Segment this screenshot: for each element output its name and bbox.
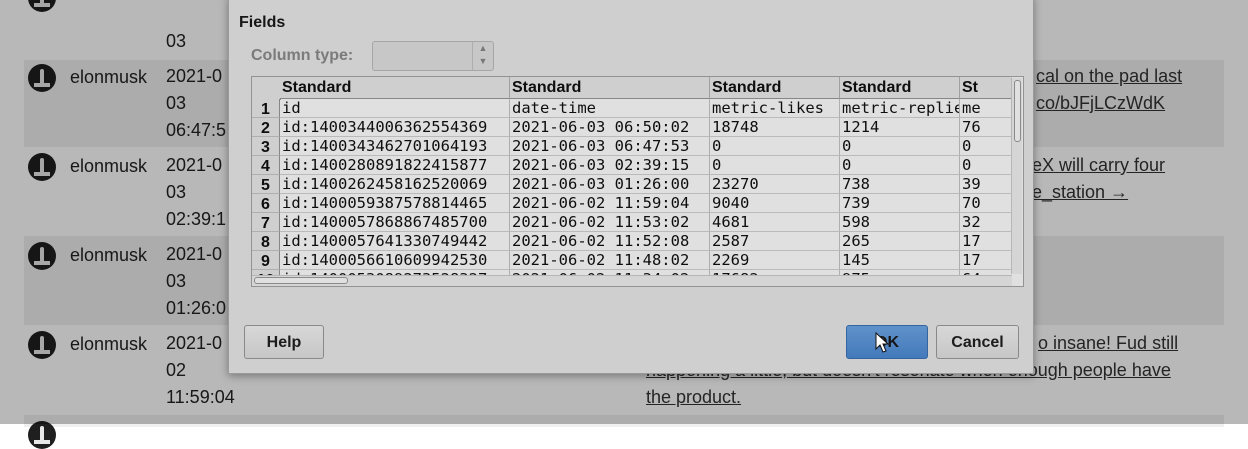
horizontal-scroll-thumb[interactable] bbox=[254, 277, 348, 284]
grid-viewport: Standard Standard Standard Standard St 1 id dat… bbox=[252, 77, 1012, 275]
spinner-arrows-icon[interactable]: ▲ ▼ bbox=[472, 42, 493, 70]
grid-cell[interactable]: 0 bbox=[960, 137, 1012, 156]
fields-grid[interactable]: Standard Standard Standard Standard St 1 id dat… bbox=[251, 76, 1024, 287]
column-type-label: Column type: bbox=[251, 47, 354, 64]
vertical-scrollbar[interactable] bbox=[1011, 78, 1022, 274]
row-number[interactable]: 5 bbox=[252, 175, 280, 194]
grid-cell[interactable]: 4681 bbox=[710, 213, 840, 232]
column-header[interactable]: Standard bbox=[710, 77, 840, 99]
grid-cell[interactable]: 32 bbox=[960, 213, 1012, 232]
cancel-button[interactable]: Cancel bbox=[936, 325, 1019, 359]
grid-cell[interactable]: id:1400057868867485700 bbox=[280, 213, 510, 232]
grid-corner bbox=[252, 77, 281, 100]
row-number[interactable]: 1 bbox=[252, 99, 280, 118]
grid-cell[interactable]: 0 bbox=[840, 156, 960, 175]
mouse-cursor-icon bbox=[875, 332, 890, 353]
grid-cell[interactable]: id:1400056610609942530 bbox=[280, 251, 510, 270]
grid-cell[interactable]: 2021-06-03 02:39:15 bbox=[510, 156, 710, 175]
row-number[interactable]: 9 bbox=[252, 251, 280, 270]
grid-cell[interactable]: 2021-06-02 11:53:02 bbox=[510, 213, 710, 232]
grid-cell[interactable]: 17 bbox=[960, 232, 1012, 251]
grid-cell[interactable]: metric-likes bbox=[710, 99, 840, 118]
grid-cell[interactable]: 2021-06-03 01:26:00 bbox=[510, 175, 710, 194]
grid-cell[interactable]: 598 bbox=[840, 213, 960, 232]
row-number[interactable]: 7 bbox=[252, 213, 280, 232]
grid-cell[interactable]: 265 bbox=[840, 232, 960, 251]
grid-cell[interactable]: 0 bbox=[710, 156, 840, 175]
grid-cell[interactable]: 2021-06-03 06:50:02 bbox=[510, 118, 710, 137]
grid-cell[interactable]: id:1400059387578814465 bbox=[280, 194, 510, 213]
grid-cell[interactable]: me bbox=[960, 99, 1012, 118]
grid-cell[interactable]: 9040 bbox=[710, 194, 840, 213]
vertical-scroll-thumb[interactable] bbox=[1014, 80, 1021, 142]
grid-cell[interactable]: 18748 bbox=[710, 118, 840, 137]
grid-cell[interactable]: id:1400280891822415877 bbox=[280, 156, 510, 175]
dialog-title: Fields bbox=[239, 14, 286, 31]
grid-cell[interactable]: 738 bbox=[840, 175, 960, 194]
grid-cell[interactable]: 145 bbox=[840, 251, 960, 270]
grid-cell[interactable]: 23270 bbox=[710, 175, 840, 194]
row-number[interactable]: 3 bbox=[252, 137, 280, 156]
grid-cell[interactable]: id:1400262458162520069 bbox=[280, 175, 510, 194]
row-number[interactable]: 4 bbox=[252, 156, 280, 175]
grid-cell[interactable]: 76 bbox=[960, 118, 1012, 137]
column-type-select[interactable]: ▲ ▼ bbox=[372, 41, 494, 71]
grid-cell[interactable]: 1214 bbox=[840, 118, 960, 137]
grid-cell[interactable]: 2269 bbox=[710, 251, 840, 270]
column-header[interactable]: Standard bbox=[280, 77, 510, 99]
grid-cell[interactable]: id:1400057641330749442 bbox=[280, 232, 510, 251]
avatar bbox=[28, 421, 56, 449]
grid-cell[interactable]: 39 bbox=[960, 175, 1012, 194]
column-header[interactable]: Standard bbox=[510, 77, 710, 99]
grid-cell[interactable]: metric-replies bbox=[840, 99, 960, 118]
row-number[interactable]: 6 bbox=[252, 194, 280, 213]
grid-cell[interactable]: 739 bbox=[840, 194, 960, 213]
horizontal-scrollbar[interactable] bbox=[252, 275, 1012, 286]
grid-cell[interactable]: id:1400343462701064193 bbox=[280, 137, 510, 156]
grid-cell[interactable]: 17 bbox=[960, 251, 1012, 270]
grid-cell[interactable]: 2021-06-03 06:47:53 bbox=[510, 137, 710, 156]
grid-cell[interactable]: id bbox=[280, 99, 510, 118]
grid-cell[interactable]: 0 bbox=[960, 156, 1012, 175]
grid-cell[interactable]: date-time bbox=[510, 99, 710, 118]
column-header[interactable]: St bbox=[960, 77, 1012, 99]
grid-cell[interactable]: 70 bbox=[960, 194, 1012, 213]
column-header[interactable]: Standard bbox=[840, 77, 960, 99]
grid-cell[interactable]: 0 bbox=[710, 137, 840, 156]
fields-dialog: Fields Column type: ▲ ▼ Standard Standard S… bbox=[228, 0, 1034, 374]
row-number[interactable]: 2 bbox=[252, 118, 280, 137]
grid-cell[interactable]: 0 bbox=[840, 137, 960, 156]
grid-cell[interactable]: 2021-06-02 11:48:02 bbox=[510, 251, 710, 270]
row-number[interactable]: 8 bbox=[252, 232, 280, 251]
grid-cell[interactable]: 2021-06-02 11:52:08 bbox=[510, 232, 710, 251]
grid-cell[interactable]: 2021-06-02 11:59:04 bbox=[510, 194, 710, 213]
help-button[interactable]: Help bbox=[244, 325, 324, 359]
grid-cell[interactable]: 2587 bbox=[710, 232, 840, 251]
grid-cell[interactable]: id:1400344006362554369 bbox=[280, 118, 510, 137]
